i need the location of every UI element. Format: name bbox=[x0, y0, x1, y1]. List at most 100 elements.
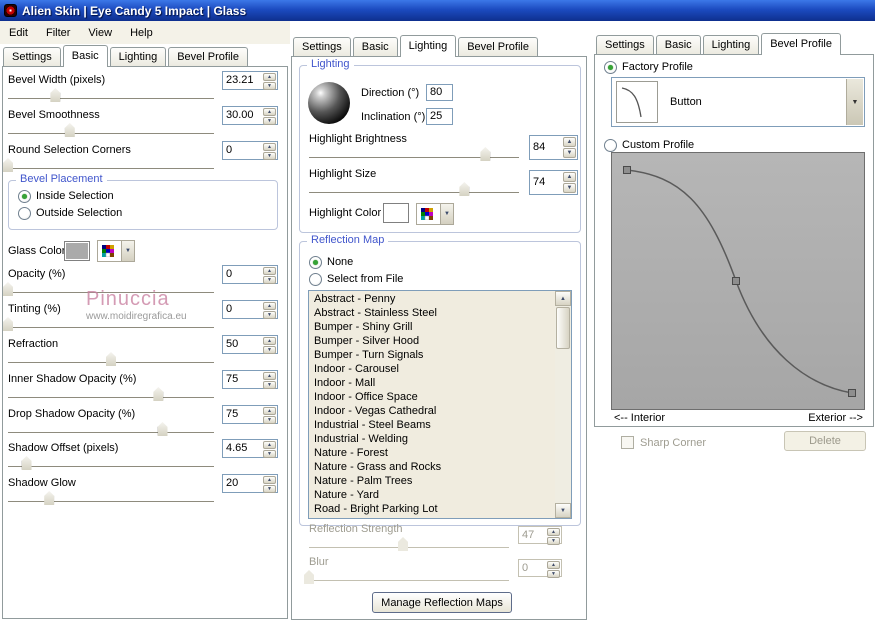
list-item[interactable]: Nature - Palm Trees bbox=[310, 474, 554, 488]
spin-up-icon[interactable]: ▲ bbox=[563, 172, 576, 182]
list-item[interactable]: Indoor - Carousel bbox=[310, 362, 554, 376]
dropdown-arrow-icon[interactable]: ▼ bbox=[440, 204, 453, 224]
slider-thumb[interactable] bbox=[22, 456, 32, 470]
radio-outside-selection[interactable]: Outside Selection bbox=[18, 206, 122, 220]
menu-view[interactable]: View bbox=[79, 23, 121, 43]
menu-filter[interactable]: Filter bbox=[37, 23, 79, 43]
left-tab-lighting[interactable]: Lighting bbox=[110, 47, 167, 66]
spin-value[interactable]: 50 bbox=[223, 336, 262, 353]
spin-value[interactable]: 23.21 bbox=[223, 72, 262, 89]
menu-edit[interactable]: Edit bbox=[0, 23, 37, 43]
bevel-width-spin[interactable]: 23.21 ▲▼ bbox=[222, 71, 278, 90]
list-item[interactable]: Indoor - Vegas Cathedral bbox=[310, 404, 554, 418]
slider-thumb[interactable] bbox=[106, 352, 116, 366]
right-tab-settings[interactable]: Settings bbox=[596, 35, 654, 54]
opacity-spin[interactable]: 0 ▲▼ bbox=[222, 265, 278, 284]
list-item[interactable]: Road - Bright Parking Lot bbox=[310, 502, 554, 516]
curve-handle[interactable] bbox=[733, 278, 740, 285]
inclination-input[interactable]: 25 bbox=[426, 108, 453, 125]
spin-up-icon[interactable]: ▲ bbox=[263, 267, 276, 275]
bevel-profile-curve-editor[interactable] bbox=[611, 152, 865, 410]
glass-color-swatch[interactable] bbox=[64, 241, 90, 261]
inner-shadow-opacity-slider[interactable] bbox=[8, 386, 214, 402]
manage-reflection-maps-button[interactable]: Manage Reflection Maps bbox=[372, 592, 512, 613]
slider-thumb[interactable] bbox=[65, 123, 75, 137]
spin-up-icon[interactable]: ▲ bbox=[263, 476, 276, 484]
spin-up-icon[interactable]: ▲ bbox=[563, 137, 576, 147]
spin-value[interactable]: 30.00 bbox=[223, 107, 262, 124]
spin-up-icon[interactable]: ▲ bbox=[263, 407, 276, 415]
list-item[interactable]: Bumper - Turn Signals bbox=[310, 348, 554, 362]
radio-icon[interactable] bbox=[604, 61, 617, 74]
curve-handle[interactable] bbox=[849, 390, 856, 397]
slider-thumb[interactable] bbox=[44, 491, 54, 505]
radio-icon[interactable] bbox=[309, 256, 322, 269]
spin-value[interactable]: 75 bbox=[223, 371, 262, 388]
shadow-offset-spin[interactable]: 4.65 ▲▼ bbox=[222, 439, 278, 458]
middle-tab-settings[interactable]: Settings bbox=[293, 37, 351, 56]
radio-icon[interactable] bbox=[18, 207, 31, 220]
list-item[interactable]: Abstract - Stainless Steel bbox=[310, 306, 554, 320]
refraction-spin[interactable]: 50 ▲▼ bbox=[222, 335, 278, 354]
right-tab-basic[interactable]: Basic bbox=[656, 35, 701, 54]
left-tab-bevel-profile[interactable]: Bevel Profile bbox=[168, 47, 248, 66]
bevel-smoothness-spin[interactable]: 30.00 ▲▼ bbox=[222, 106, 278, 125]
menu-help[interactable]: Help bbox=[121, 23, 162, 43]
shadow-glow-spin[interactable]: 20 ▲▼ bbox=[222, 474, 278, 493]
spin-down-icon[interactable]: ▼ bbox=[263, 450, 276, 458]
spin-down-icon[interactable]: ▼ bbox=[263, 311, 276, 319]
dropdown-arrow-icon[interactable]: ▼ bbox=[846, 79, 863, 125]
radio-factory-profile[interactable]: Factory Profile bbox=[604, 60, 693, 74]
list-item[interactable]: Industrial - Steel Beams bbox=[310, 418, 554, 432]
radio-select-from-file[interactable]: Select from File bbox=[309, 272, 403, 286]
list-item[interactable]: Bumper - Silver Hood bbox=[310, 334, 554, 348]
highlight-brightness-slider[interactable] bbox=[309, 146, 519, 162]
scroll-track[interactable] bbox=[555, 306, 571, 503]
right-tab-bevel-profile[interactable]: Bevel Profile bbox=[761, 33, 841, 55]
list-item[interactable]: Nature - Grass and Rocks bbox=[310, 460, 554, 474]
lighting-ball[interactable] bbox=[308, 82, 350, 124]
middle-tab-bevel-profile[interactable]: Bevel Profile bbox=[458, 37, 538, 56]
highlight-size-spin[interactable]: 74 ▲▼ bbox=[529, 170, 578, 195]
spin-value[interactable]: 0 bbox=[223, 266, 262, 283]
spin-value[interactable]: 20 bbox=[223, 475, 262, 492]
radio-icon[interactable] bbox=[18, 190, 31, 203]
spin-down-icon[interactable]: ▼ bbox=[263, 381, 276, 389]
bevel-smoothness-slider[interactable] bbox=[8, 122, 214, 138]
spin-value[interactable]: 74 bbox=[530, 171, 562, 194]
spin-down-icon[interactable]: ▼ bbox=[263, 82, 276, 90]
spin-up-icon[interactable]: ▲ bbox=[263, 108, 276, 116]
inner-shadow-opacity-spin[interactable]: 75 ▲▼ bbox=[222, 370, 278, 389]
highlight-size-slider[interactable] bbox=[309, 181, 519, 197]
spin-down-icon[interactable]: ▼ bbox=[263, 485, 276, 493]
radio-icon[interactable] bbox=[604, 139, 617, 152]
spin-value[interactable]: 84 bbox=[530, 136, 562, 159]
slider-thumb[interactable] bbox=[480, 147, 490, 161]
dropdown-arrow-icon[interactable]: ▼ bbox=[121, 241, 134, 261]
spin-down-icon[interactable]: ▼ bbox=[563, 148, 576, 158]
left-tab-settings[interactable]: Settings bbox=[3, 47, 61, 66]
curve-handle[interactable] bbox=[624, 167, 631, 174]
shadow-offset-slider[interactable] bbox=[8, 455, 214, 471]
list-item[interactable]: Nature - Forest bbox=[310, 446, 554, 460]
reflection-map-list[interactable]: Abstract - Penny Abstract - Stainless St… bbox=[308, 290, 572, 519]
radio-custom-profile[interactable]: Custom Profile bbox=[604, 138, 694, 152]
spin-up-icon[interactable]: ▲ bbox=[263, 441, 276, 449]
shadow-glow-slider[interactable] bbox=[8, 490, 214, 506]
spin-down-icon[interactable]: ▼ bbox=[263, 276, 276, 284]
highlight-brightness-spin[interactable]: 84 ▲▼ bbox=[529, 135, 578, 160]
list-scrollbar[interactable]: ▲ ▼ bbox=[555, 291, 571, 518]
drop-shadow-opacity-spin[interactable]: 75 ▲▼ bbox=[222, 405, 278, 424]
left-tab-basic[interactable]: Basic bbox=[63, 45, 108, 67]
scroll-down-icon[interactable]: ▼ bbox=[555, 503, 571, 518]
glass-color-dropdown[interactable]: ▼ bbox=[97, 240, 135, 262]
spin-up-icon[interactable]: ▲ bbox=[263, 143, 276, 151]
factory-profile-dropdown[interactable]: Button ▼ bbox=[611, 77, 865, 127]
list-item[interactable]: Nature - Yard bbox=[310, 488, 554, 502]
middle-tab-lighting[interactable]: Lighting bbox=[400, 35, 457, 57]
list-item[interactable]: Bumper - Shiny Grill bbox=[310, 320, 554, 334]
spin-down-icon[interactable]: ▼ bbox=[263, 117, 276, 125]
drop-shadow-opacity-slider[interactable] bbox=[8, 421, 214, 437]
spin-value[interactable]: 0 bbox=[223, 301, 262, 318]
slider-thumb[interactable] bbox=[158, 422, 168, 436]
